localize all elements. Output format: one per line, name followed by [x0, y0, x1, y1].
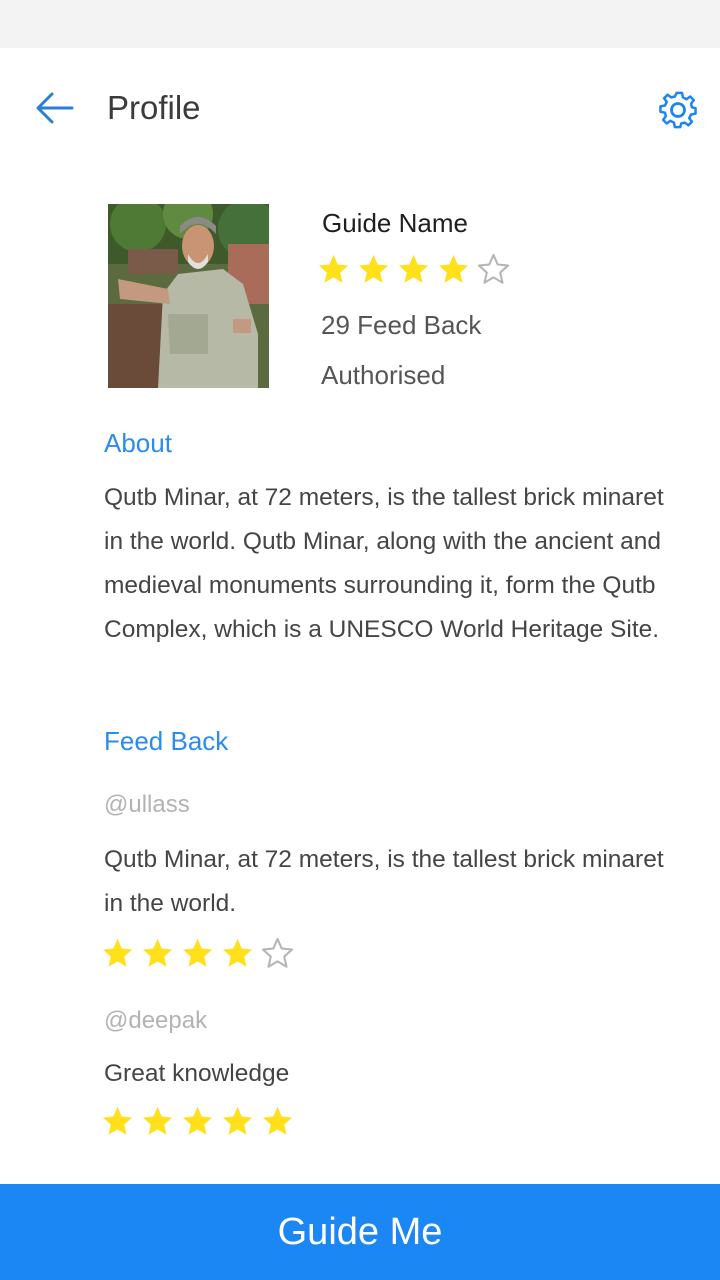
review-item: @deepak Great knowledge: [104, 1004, 674, 1096]
guide-name: Guide Name: [322, 208, 468, 238]
star-empty-icon: [261, 937, 294, 968]
star-filled-icon: [358, 254, 389, 283]
settings-button[interactable]: [656, 88, 700, 132]
feedback-title: Feed Back: [104, 726, 229, 756]
star-filled-icon: [182, 1106, 213, 1135]
review-text: Great knowledge: [104, 1060, 290, 1087]
review-rating: [100, 936, 295, 971]
review-username[interactable]: @deepak: [104, 1004, 674, 1038]
star-filled-icon: [142, 1106, 173, 1135]
profile-rating: [316, 252, 511, 287]
about-title: About: [104, 428, 172, 458]
review-text: Qutb Minar, at 72 meters, is the tallest…: [104, 846, 664, 917]
review-item: @ullass Qutb Minar, at 72 meters, is the…: [104, 788, 674, 926]
star-filled-icon: [182, 938, 213, 967]
guide-me-button[interactable]: Guide Me: [0, 1184, 720, 1280]
star-filled-icon: [222, 1106, 253, 1135]
about-text: Qutb Minar, at 72 meters, is the tallest…: [104, 484, 664, 643]
guide-photo: [108, 204, 269, 388]
review-username[interactable]: @ullass: [104, 788, 674, 822]
gear-icon: [659, 91, 697, 129]
feedback-count: 29 Feed Back: [321, 310, 482, 340]
star-empty-icon: [477, 253, 510, 284]
star-filled-icon: [102, 1106, 133, 1135]
header: Profile: [0, 48, 720, 168]
star-filled-icon: [262, 1106, 293, 1135]
star-filled-icon: [222, 938, 253, 967]
star-filled-icon: [142, 938, 173, 967]
star-filled-icon: [318, 254, 349, 283]
authorisation-status: Authorised: [321, 360, 446, 390]
star-filled-icon: [102, 938, 133, 967]
status-bar: [0, 0, 720, 48]
page-title: Profile: [107, 89, 201, 126]
review-rating: [100, 1104, 295, 1139]
star-filled-icon: [438, 254, 469, 283]
star-filled-icon: [398, 254, 429, 283]
back-button[interactable]: [30, 88, 80, 128]
arrow-left-icon: [36, 92, 74, 124]
